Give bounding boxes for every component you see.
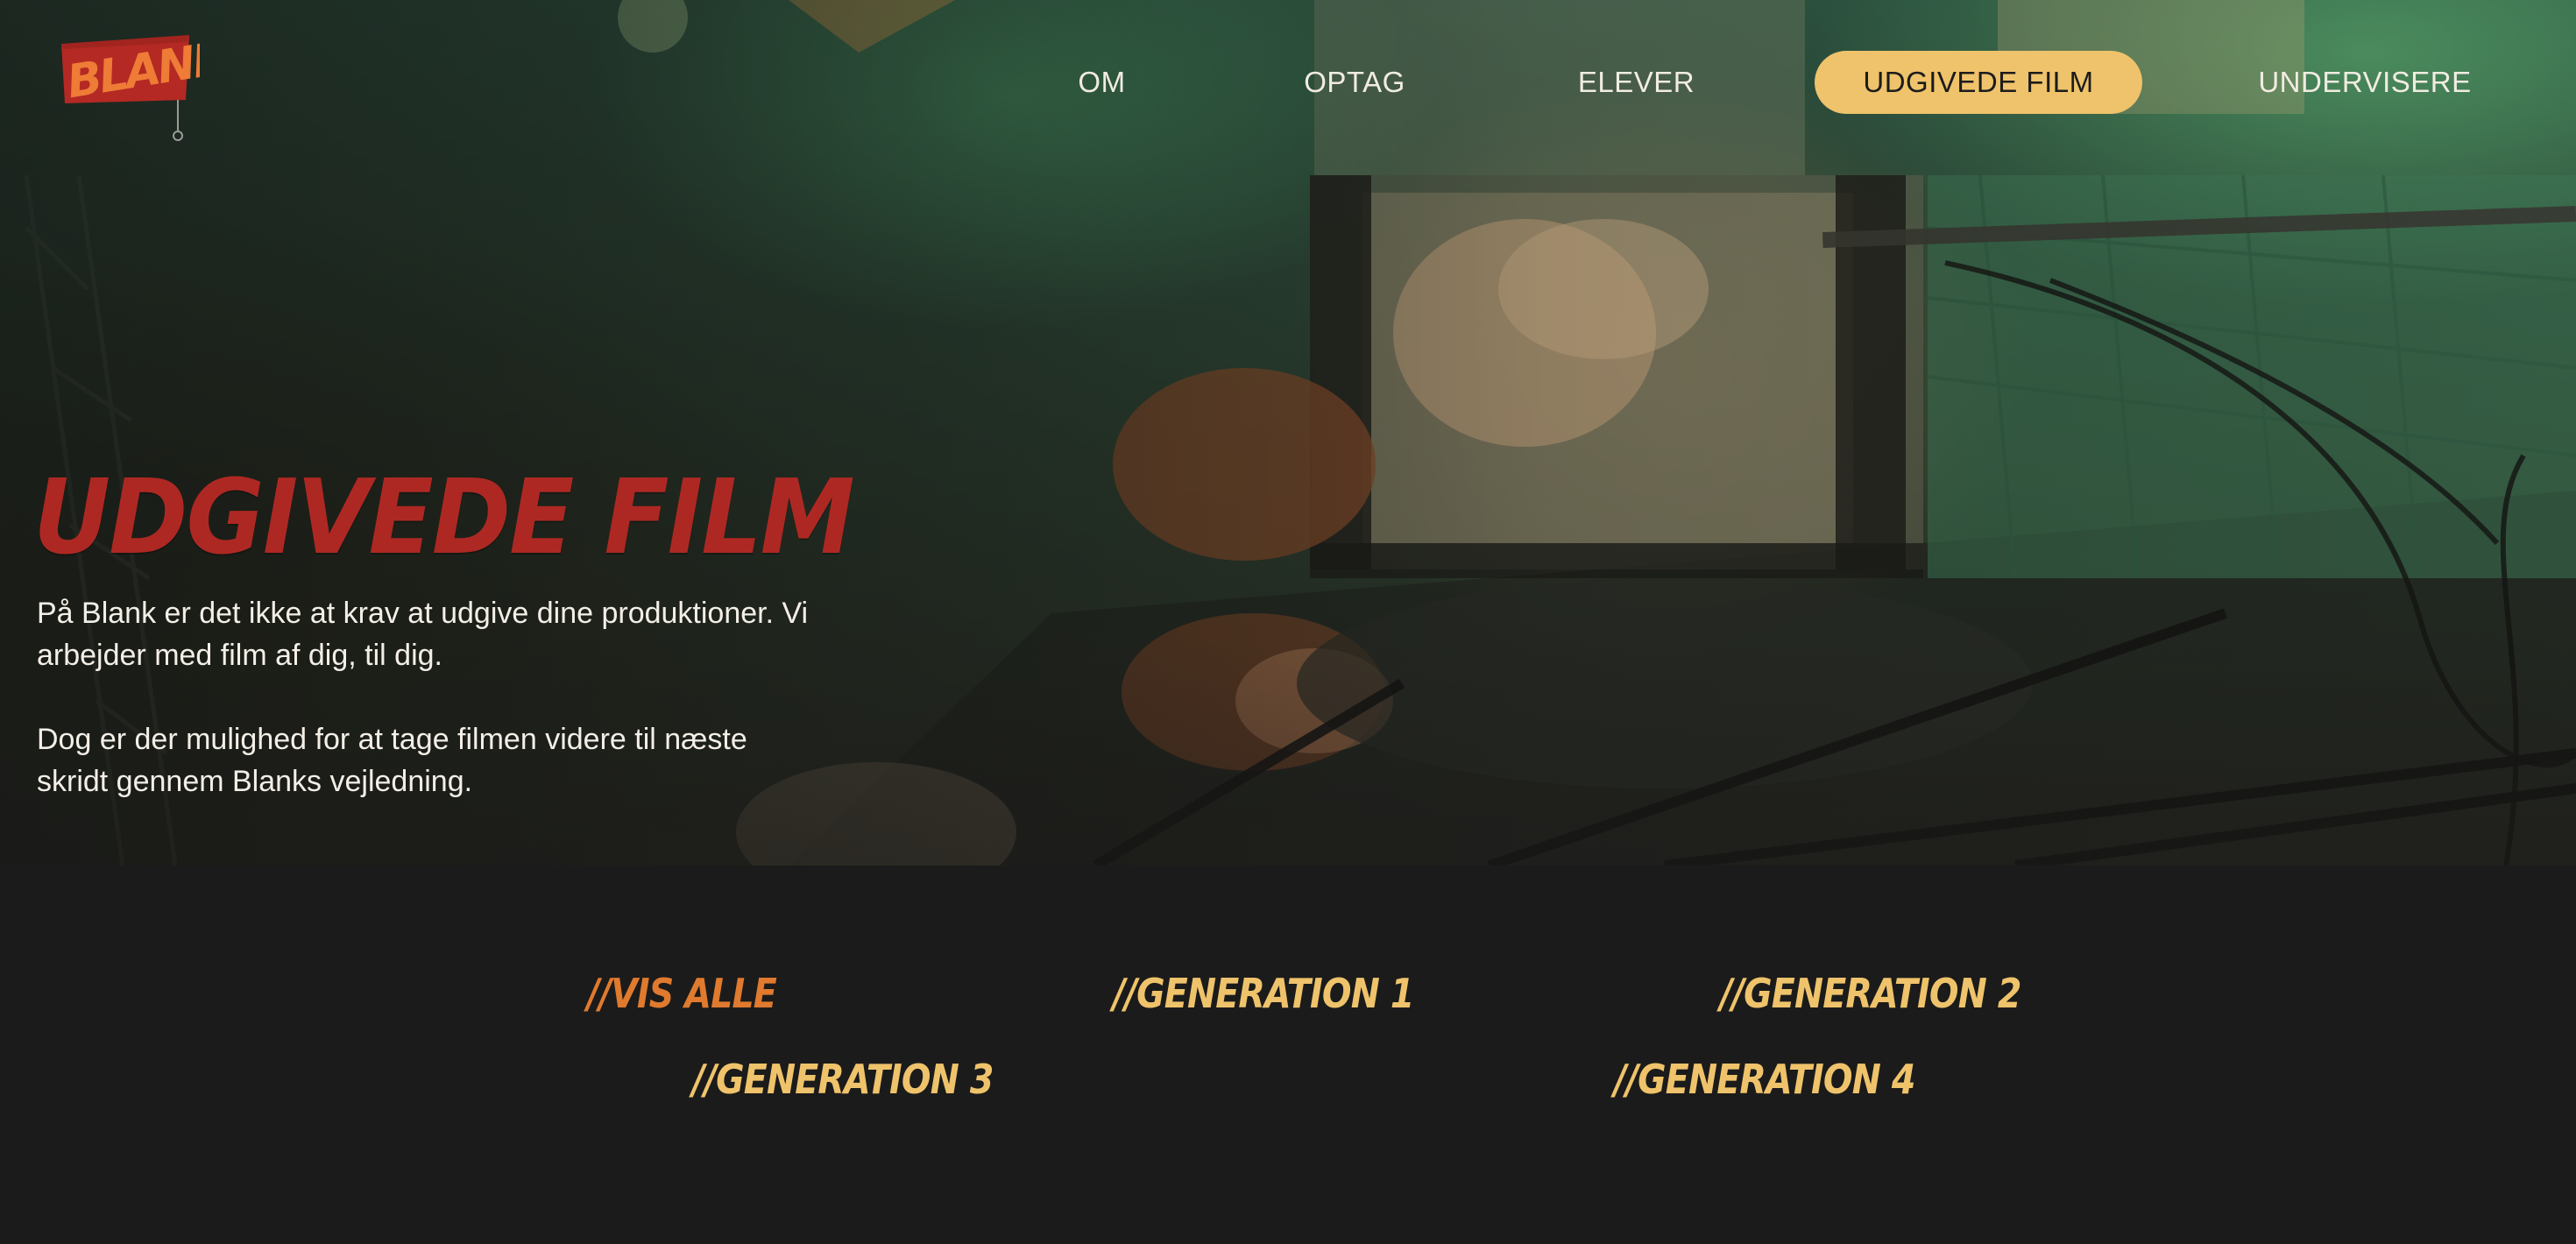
hero-paragraph-1: På Blank er det ikke at krav at udgive d… <box>37 597 809 672</box>
main-nav: OM OPTAG ELEVER UDGIVEDE FILM UNDERVISER… <box>0 51 2576 114</box>
filter-generation-1[interactable]: //GENERATION 1 <box>1113 967 1414 1020</box>
filter-generation-4[interactable]: //GENERATION 4 <box>1614 1053 1915 1106</box>
hero-paragraph-2: Dog er der mulighed for at tage filmen v… <box>37 723 747 798</box>
page: BLANK OM OPTAG ELEVER UDGIVEDE FILM UNDE… <box>0 0 2576 1244</box>
nav-item-om[interactable]: OM <box>1051 51 1152 114</box>
filter-generation-2[interactable]: //GENERATION 2 <box>1720 967 2021 1020</box>
nav-item-udgivede-film[interactable]: UDGIVEDE FILM <box>1815 51 2142 114</box>
nav-item-optag[interactable]: OPTAG <box>1288 51 1421 114</box>
filter-generation-3[interactable]: //GENERATION 3 <box>692 1053 994 1106</box>
filter-vis-alle[interactable]: //VIS ALLE <box>587 967 777 1020</box>
nav-item-undervisere[interactable]: UNDERVISERE <box>2252 51 2478 114</box>
generation-filters: //VIS ALLE //GENERATION 1 //GENERATION 2… <box>0 866 2576 1244</box>
page-title: UDGIVEDE FILM <box>33 456 855 577</box>
nav-item-elever[interactable]: ELEVER <box>1568 51 1704 114</box>
hero-section: BLANK OM OPTAG ELEVER UDGIVEDE FILM UNDE… <box>0 0 2576 866</box>
